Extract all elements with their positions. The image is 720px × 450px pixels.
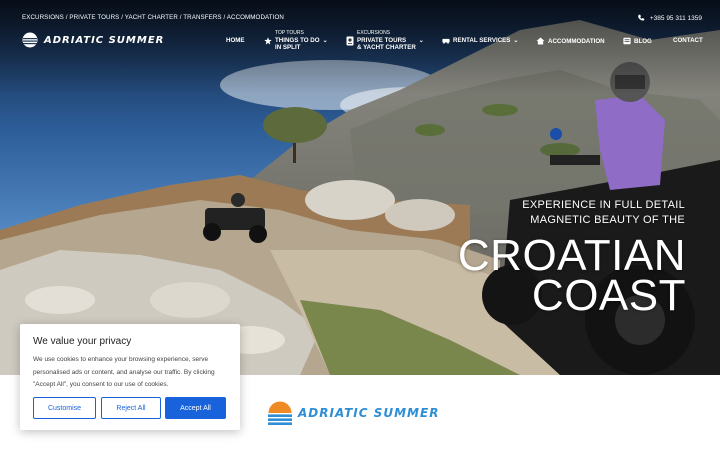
nav-contact[interactable]: CONTACT [673,37,703,44]
nav-excursions[interactable]: EXCURSIONS PRIVATE TOURS & YACHT CHARTER… [346,30,424,51]
car-icon [442,38,450,44]
blog-icon [623,37,631,45]
hero-line1: EXPERIENCE IN FULL DETAIL [522,199,685,211]
hero-big1: CROATIAN [457,231,686,280]
nav-rental-label: RENTAL SERVICES [453,37,511,44]
cookie-text: We use cookies to enhance your browsing … [33,356,215,388]
footer-brand-name: ADRIATIC SUMMER [298,406,440,420]
hero-section: EXCURSIONS / PRIVATE TOURS / YACHT CHART… [0,0,720,375]
hero-line2: MAGNETIC BEAUTY OF THE [530,214,685,226]
nav-rental-services[interactable]: RENTAL SERVICES ⌄ [442,37,518,44]
nav-home[interactable]: HOME [226,37,245,44]
main-navigation: HOME TOP TOURS THINGS TO DO IN SPLIT ⌄ E… [0,30,720,52]
topbar-links[interactable]: EXCURSIONS / PRIVATE TOURS / YACHT CHART… [22,14,284,21]
nav-blog[interactable]: BLOG [623,37,652,45]
nav-excursions-line2: & YACHT CHARTER [357,44,416,51]
customise-button[interactable]: Customise [33,397,96,419]
chevron-down-icon: ⌄ [322,38,328,44]
nav-accommodation[interactable]: ACCOMMODATION [536,37,605,45]
cookie-consent-dialog: We value your privacy We use cookies to … [20,324,240,430]
nav-blog-label: BLOG [634,37,652,45]
topbar-phone[interactable]: +385 95 311 1359 [637,14,702,22]
nav-excursions-sub: EXCURSIONS [357,30,391,36]
hero-subheadline: EXPERIENCE IN FULL DETAIL MAGNETIC BEAUT… [522,198,685,228]
nav-top-tours-line1: THINGS TO DO [275,37,320,44]
hero-big2: COAST [531,271,686,320]
reject-all-button[interactable]: Reject All [101,397,161,419]
nav-top-tours[interactable]: TOP TOURS THINGS TO DO IN SPLIT ⌄ [264,30,328,51]
home-icon [536,37,545,45]
accept-all-button[interactable]: Accept All [165,397,226,419]
cookie-title: We value your privacy [33,336,132,347]
chevron-down-icon: ⌄ [513,38,519,44]
nav-contact-label: CONTACT [673,37,703,44]
hero-headline: CROATIAN COAST [457,231,686,320]
footer-brand-logo[interactable]: ADRIATIC SUMMER [268,401,439,425]
star-icon [264,36,272,44]
nav-excursions-line1: PRIVATE TOURS [357,37,407,44]
nav-top-tours-line2: IN SPLIT [275,44,301,51]
sun-logo-icon [268,401,292,425]
nav-top-tours-sub: TOP TOURS [275,30,304,36]
passport-icon [346,36,354,45]
phone-number: +385 95 311 1359 [649,14,702,22]
phone-icon [638,14,645,21]
nav-accommodation-label: ACCOMMODATION [548,37,605,45]
nav-home-label: HOME [226,37,245,44]
chevron-down-icon: ⌄ [418,38,424,44]
